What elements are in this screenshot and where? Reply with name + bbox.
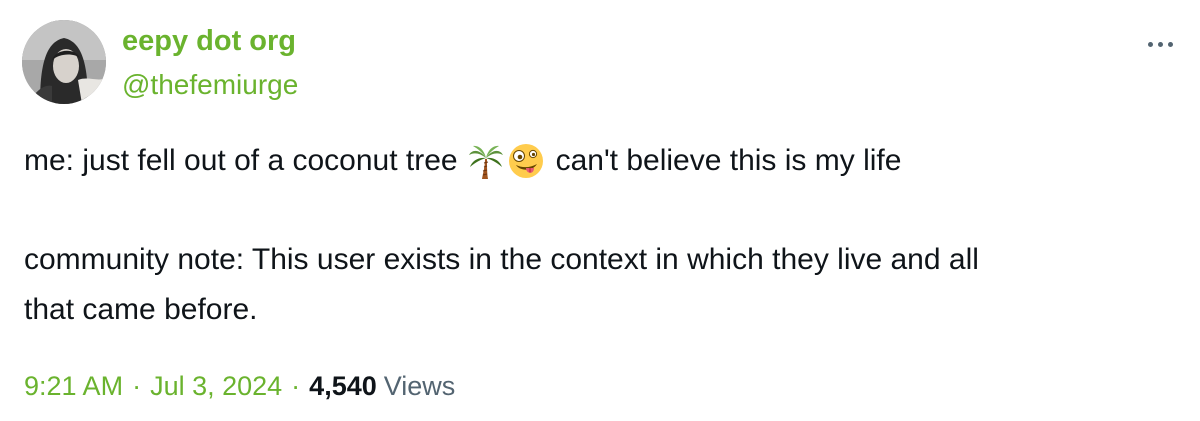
tweet-meta: 9:21 AM · Jul 3, 2024 · 4,540 Views (24, 370, 455, 402)
user-handle[interactable]: @thefemiurge (122, 68, 298, 102)
meta-separator: · (291, 371, 301, 401)
ellipsis-icon[interactable] (1140, 30, 1180, 58)
tweet-date[interactable]: Jul 3, 2024 (150, 370, 282, 402)
zany-face-emoji (508, 143, 544, 179)
tweet-text-line-4: that came before. (24, 293, 258, 326)
views-label: Views (383, 371, 456, 401)
meta-separator: · (132, 371, 142, 401)
display-name[interactable]: eepy dot org (122, 24, 296, 59)
tweet-time[interactable]: 9:21 AM (24, 370, 123, 402)
tweet-text-line-1: me: just fell out of a coconut tree can'… (24, 143, 901, 179)
avatar[interactable] (22, 20, 106, 104)
view-count: 4,540 (309, 371, 377, 401)
tweet-text-after-emoji: can't believe this is my life (555, 144, 902, 177)
tweet-text-before-emoji: me: just fell out of a coconut tree (24, 144, 458, 177)
tweet-card: eepy dot org @thefemiurge me: just fell … (0, 0, 1200, 421)
tweet-text-line-3: community note: This user exists in the … (24, 243, 979, 276)
palm-tree-emoji (468, 143, 504, 179)
